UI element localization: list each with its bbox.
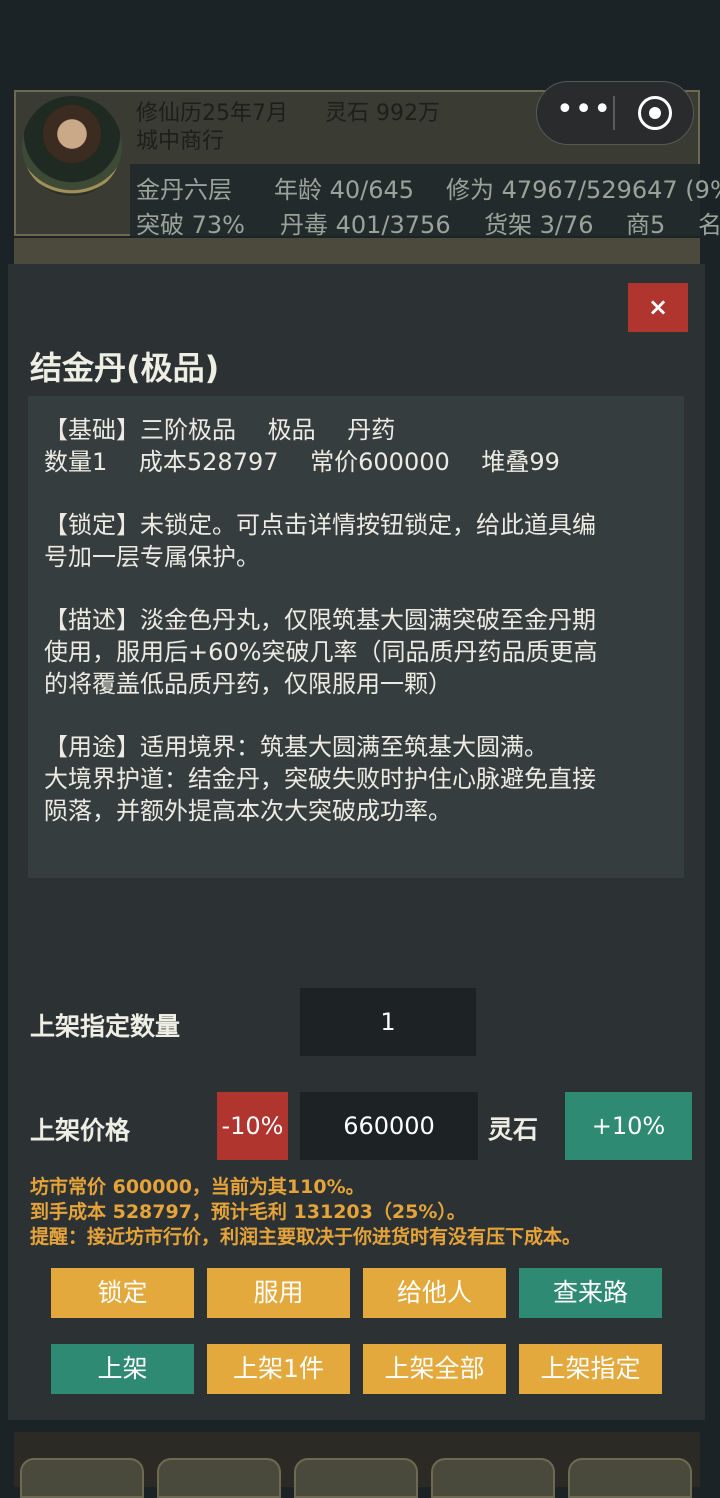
list-specified-button[interactable]: 上架指定	[519, 1344, 662, 1394]
nav-tab[interactable]	[157, 1458, 281, 1498]
price-label: 上架价格	[30, 1116, 131, 1145]
price-minus-button[interactable]: -10%	[217, 1092, 288, 1160]
nav-tab[interactable]	[20, 1458, 144, 1498]
capsule-divider	[613, 96, 615, 130]
nav-tab[interactable]	[431, 1458, 555, 1498]
market-price-note: 坊市常价 600000，当前为其110%。	[30, 1176, 365, 1198]
breakthrough-stat: 突破 73%	[136, 211, 245, 239]
age-stat: 年龄 40/645	[274, 176, 415, 204]
reminder-note: 提醒：接近坊市行价，利润主要取决于你进货时有没有压下成本。	[30, 1226, 582, 1248]
lock-button[interactable]: 锁定	[51, 1268, 194, 1318]
quantity-input[interactable]: 1	[300, 988, 476, 1056]
desc-line: 陨落，并额外提高本次大突破成功率。	[44, 797, 452, 825]
trace-origin-button[interactable]: 查来路	[519, 1268, 662, 1318]
shelves-stat: 货架 3/76	[484, 211, 594, 239]
merchant-level-stat: 商5	[626, 211, 666, 239]
desc-line: 号加一层专属保护。	[44, 543, 260, 571]
desc-line: 使用，服用后+60%突破几率（同品质丹药品质更高	[44, 638, 598, 666]
desc-line: 的将覆盖低品质丹药，仅限服用一颗）	[44, 670, 452, 698]
cultivation-stat: 修为 47967/529647 (9%	[446, 176, 720, 204]
price-unit: 灵石	[488, 1115, 539, 1144]
close-button[interactable]: ×	[628, 283, 688, 332]
player-avatar[interactable]	[22, 96, 122, 196]
location-label: 城中商行	[136, 129, 225, 154]
desc-line: 【描述】淡金色丹丸，仅限筑基大圆满突破至金丹期	[44, 606, 596, 634]
profit-note: 到手成本 528797，预计毛利 131203（25%）。	[30, 1201, 466, 1223]
desc-line: 【基础】三阶极品 极品 丹药	[44, 416, 396, 444]
realm-stat: 金丹六层	[136, 176, 232, 204]
desc-line: 【锁定】未锁定。可点击详情按钮锁定，给此道具编	[44, 511, 596, 539]
list-button[interactable]: 上架	[51, 1344, 194, 1394]
list-one-button[interactable]: 上架1件	[207, 1344, 350, 1394]
use-button[interactable]: 服用	[207, 1268, 350, 1318]
more-dots-icon[interactable]: •••	[556, 95, 611, 128]
give-button[interactable]: 给他人	[363, 1268, 506, 1318]
price-input[interactable]: 660000	[300, 1092, 478, 1160]
pill-toxicity-stat: 丹毒 401/3756	[280, 211, 451, 239]
nav-tab[interactable]	[294, 1458, 418, 1498]
desc-line: 大境界护道：结金丹，突破失败时护住心脉避免直接	[44, 765, 596, 793]
price-plus-button[interactable]: +10%	[565, 1092, 692, 1160]
quantity-label: 上架指定数量	[30, 1012, 181, 1041]
spirit-stones: 灵石 992万	[325, 101, 440, 126]
desc-line: 【用途】适用境界：筑基大圆满至筑基大圆满。	[44, 733, 548, 761]
truncated-stat: 名	[698, 211, 720, 239]
nav-tab[interactable]	[568, 1458, 692, 1498]
target-circle-icon[interactable]	[638, 96, 672, 130]
desc-line: 数量1 成本528797 常价600000 堆叠99	[44, 448, 560, 476]
item-title: 结金丹(极品)	[30, 349, 220, 387]
list-all-button[interactable]: 上架全部	[363, 1344, 506, 1394]
